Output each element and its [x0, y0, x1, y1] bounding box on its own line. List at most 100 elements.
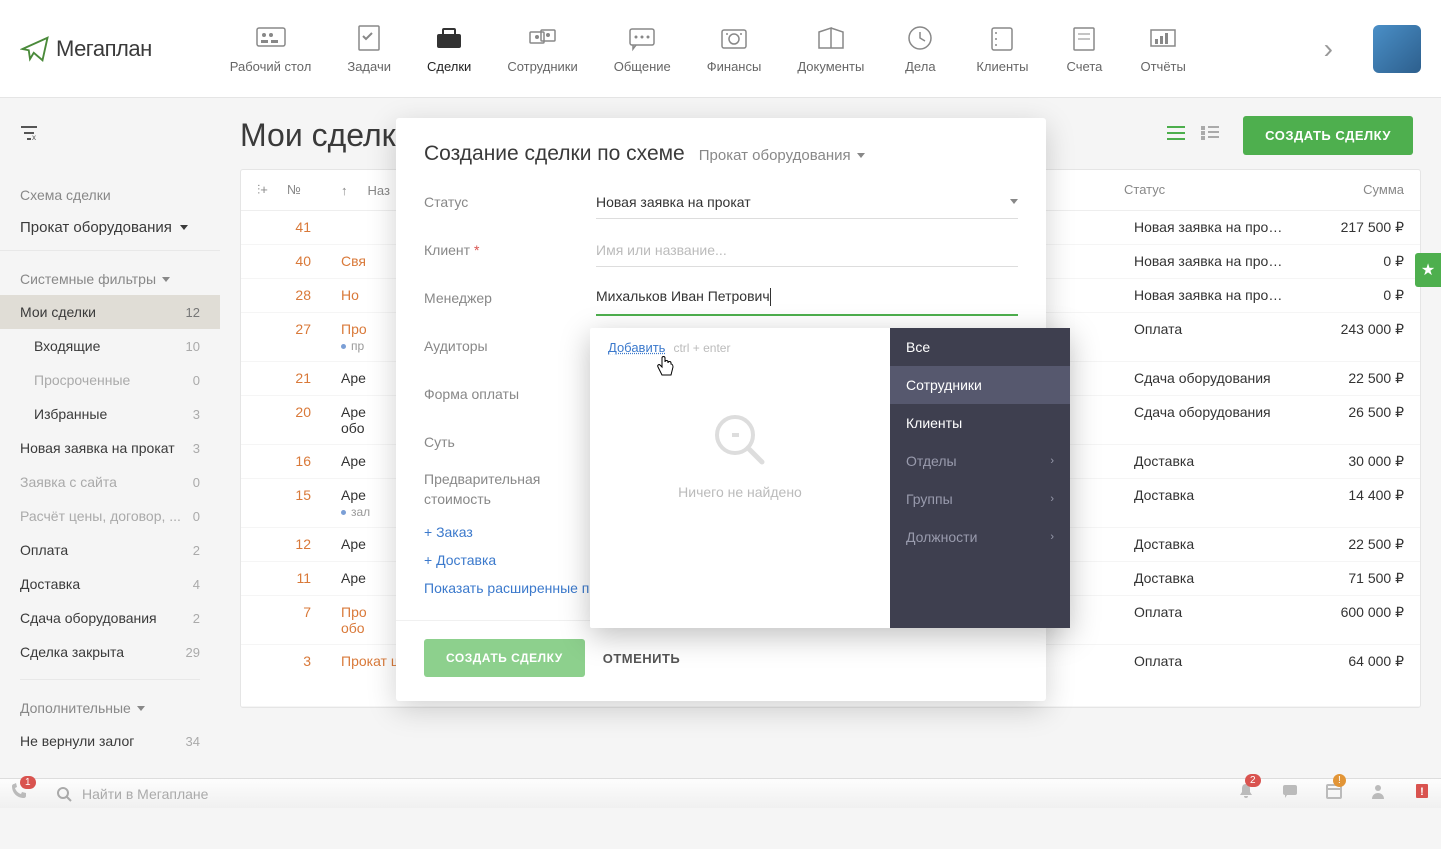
nav-label: Дела — [905, 59, 935, 74]
nav-items: Рабочий стол Задачи Сделки Сотрудники Общени… — [212, 15, 1314, 82]
chevron-right-icon: › — [1050, 493, 1054, 505]
sidebar-item[interactable]: Входящие10 — [0, 329, 220, 363]
nav-item-0[interactable]: Рабочий стол — [212, 15, 330, 82]
alert-icon[interactable]: ! — [1413, 782, 1431, 805]
modal-scheme-select[interactable]: Прокат оборудования — [699, 147, 865, 164]
modal-submit-button[interactable]: СОЗДАТЬ СДЕЛКУ — [424, 639, 585, 677]
col-status[interactable]: Статус — [1124, 182, 1294, 198]
auditors-label: Аудиторы — [424, 338, 596, 354]
status-select[interactable]: Новая заявка на прокат — [596, 186, 1018, 219]
nav-icon — [1143, 23, 1183, 51]
list-view-icon[interactable] — [1167, 126, 1185, 145]
sidebar-item[interactable]: Избранные3 — [0, 397, 220, 431]
sidebar-item[interactable]: Сделка закрыта29 — [0, 635, 220, 669]
nav-item-3[interactable]: Сотрудники — [489, 15, 595, 82]
chevron-down-icon — [857, 153, 865, 158]
card-view-icon[interactable] — [1201, 126, 1219, 145]
col-sum[interactable]: Сумма — [1294, 182, 1404, 198]
calendar-icon[interactable]: ! — [1325, 782, 1343, 805]
nav-label: Клиенты — [976, 59, 1028, 74]
sidebar-item[interactable]: Не вернули залог34 — [0, 724, 220, 758]
sidebar-additional-label[interactable]: Дополнительные — [0, 690, 220, 724]
popover-category[interactable]: Все — [890, 328, 1070, 366]
view-toggles — [1167, 126, 1219, 145]
sidebar-item[interactable]: Расчёт цены, договор, ...0 — [0, 499, 220, 533]
popover-add-link[interactable]: Добавить — [608, 340, 665, 355]
popover-category[interactable]: Сотрудники — [890, 366, 1070, 404]
paper-plane-icon — [20, 34, 50, 64]
top-nav: Мегаплан Рабочий стол Задачи Сделки Сотрудн… — [0, 0, 1441, 98]
sidebar-scheme-value: Прокат оборудования — [20, 219, 172, 236]
modal-footer: СОЗДАТЬ СДЕЛКУ ОТМЕНИТЬ — [396, 620, 1046, 701]
nav-icon — [1064, 23, 1104, 51]
sidebar-item[interactable]: Заявка с сайта0 — [0, 465, 220, 499]
empty-text: Ничего не найдено — [678, 484, 802, 500]
nav-icon — [523, 23, 563, 51]
client-input[interactable]: Имя или название... — [596, 234, 1018, 267]
modal-cancel-button[interactable]: ОТМЕНИТЬ — [603, 651, 681, 666]
search-empty-icon — [710, 410, 770, 470]
nav-item-10[interactable]: Отчёты — [1122, 15, 1203, 82]
chevron-down-icon — [137, 706, 145, 711]
sidebar-item[interactable]: Доставка4 — [0, 567, 220, 601]
nav-item-4[interactable]: Общение — [596, 15, 689, 82]
nav-item-6[interactable]: Документы — [779, 15, 882, 82]
columns-config-icon[interactable]: ⫶+ — [257, 182, 287, 198]
nav-icon — [811, 23, 851, 51]
create-deal-button[interactable]: СОЗДАТЬ СДЕЛКУ — [1243, 116, 1413, 155]
sidebar-item[interactable]: Мои сделки12 — [0, 295, 220, 329]
popover-categories: ВсеСотрудникиКлиентыОтделы›Группы›Должно… — [890, 328, 1070, 628]
nav-icon — [251, 23, 291, 51]
popover-category[interactable]: Должности› — [890, 518, 1070, 556]
nav-label: Счета — [1067, 59, 1103, 74]
manager-label: Менеджер — [424, 290, 596, 306]
nav-item-5[interactable]: Финансы — [689, 15, 780, 82]
status-label: Статус — [424, 194, 596, 210]
filter-icon[interactable]: x — [20, 125, 40, 146]
nav-item-1[interactable]: Задачи — [329, 15, 409, 82]
nav-item-7[interactable]: Дела — [882, 15, 958, 82]
global-search[interactable]: Найти в Мегаплане — [46, 786, 1219, 802]
bottom-bar: 1 Найти в Мегаплане 2 ! ! — [0, 778, 1441, 808]
sidebar-item[interactable]: Новая заявка на прокат3 — [0, 431, 220, 465]
phone-icon[interactable]: 1 — [10, 782, 28, 805]
svg-text:!: ! — [1420, 786, 1424, 798]
sidebar-item[interactable]: Просроченные0 — [0, 363, 220, 397]
sidebar-scheme-select[interactable]: Прокат оборудования — [0, 211, 220, 251]
nav-label: Сотрудники — [507, 59, 577, 74]
popover-category[interactable]: Группы› — [890, 480, 1070, 518]
manager-input[interactable]: Михальков Иван Петрович — [596, 280, 1018, 316]
popover-category[interactable]: Клиенты — [890, 404, 1070, 442]
nav-label: Документы — [797, 59, 864, 74]
sidebar-item[interactable]: Оплата2 — [0, 533, 220, 567]
chevron-right-icon: › — [1050, 455, 1054, 467]
feedback-tab[interactable]: ★ — [1415, 253, 1441, 287]
nav-item-8[interactable]: Клиенты — [958, 15, 1046, 82]
logo[interactable]: Мегаплан — [20, 34, 152, 64]
popover-results: Добавитьctrl + enter Ничего не найдено — [590, 328, 890, 628]
nav-icon — [900, 23, 940, 51]
avatar[interactable] — [1373, 25, 1421, 73]
popover-category[interactable]: Отделы› — [890, 442, 1070, 480]
chevron-right-icon: › — [1050, 531, 1054, 543]
chat-icon[interactable] — [1281, 782, 1299, 805]
nav-icon — [982, 23, 1022, 51]
modal-title: Создание сделки по схеме — [424, 142, 685, 166]
sidebar-item[interactable]: Сдача оборудования2 — [0, 601, 220, 635]
bell-icon[interactable]: 2 — [1237, 782, 1255, 805]
nav-label: Сделки — [427, 59, 471, 74]
nav-item-9[interactable]: Счета — [1046, 15, 1122, 82]
profile-icon[interactable] — [1369, 782, 1387, 805]
essence-label: Суть — [424, 434, 596, 450]
sidebar: Схема сделки Прокат оборудования Системн… — [0, 169, 220, 849]
modal-header: Создание сделки по схеме Прокат оборудов… — [396, 118, 1046, 178]
nav-item-2[interactable]: Сделки — [409, 15, 489, 82]
sidebar-sysfilters-label[interactable]: Системные фильтры — [0, 261, 220, 295]
nav-label: Задачи — [347, 59, 391, 74]
nav-icon — [429, 23, 469, 51]
bottom-icons: 2 ! ! — [1237, 782, 1431, 805]
col-number[interactable]: № — [287, 182, 341, 198]
client-label: Клиент * — [424, 242, 596, 258]
nav-label: Рабочий стол — [230, 59, 312, 74]
nav-more-icon[interactable]: › — [1314, 33, 1343, 65]
